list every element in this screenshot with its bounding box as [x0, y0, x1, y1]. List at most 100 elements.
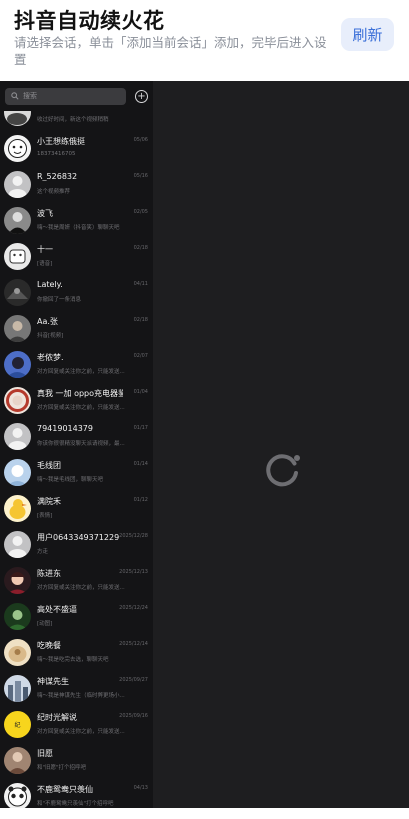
message-preview: 嗨～我是神谋先生（临时弊更场小... — [37, 693, 125, 699]
conversation-item[interactable]: 满院禾 01/12 [表情] — [0, 491, 153, 527]
conversation-item[interactable]: 不鹿鸳鸯只羡仙 04/13 和"不鹿鸳鸯只羡仙"打个招呼吧 — [0, 779, 153, 808]
conversation-name: 毛线团 — [37, 461, 61, 470]
conversation-item[interactable]: 高处不盛逼 2025/12/24 [动图] — [0, 599, 153, 635]
conversation-item[interactable]: 十一 02/18 [语音] — [0, 239, 153, 275]
conversation-item[interactable]: 纪 纪时光解说 2025/09/16 对方回复或关注你之前，只能发送... — [0, 707, 153, 743]
conversation-name: 十一 — [37, 245, 53, 254]
avatar — [4, 675, 31, 702]
avatar — [4, 495, 31, 522]
list-item[interactable]: 收过好时间，新这个视频稍稍 — [0, 111, 153, 131]
message-preview: 嗨～我是周妍（抖音笑）聊聊天吧 — [37, 225, 120, 231]
conversation-time: 01/17 — [133, 425, 148, 431]
message-preview: 对方回复或关注你之前，只能发送... — [37, 585, 125, 591]
message-preview: [表情] — [37, 513, 53, 519]
message-preview: 和"旧愿"打个招呼吧 — [37, 765, 87, 771]
conversation-item[interactable]: 老侬梦. 02/07 对方回复或关注你之前，只能发送... — [0, 347, 153, 383]
conversation-name: 满院禾 — [37, 497, 61, 506]
page-title: 抖音自动续火花 — [14, 9, 165, 33]
conversation-item[interactable]: Aa.张 02/18 抖音[视频] — [0, 311, 153, 347]
avatar — [4, 423, 31, 450]
message-preview: 嗨～我是毛线团，聊聊天吧 — [37, 477, 104, 483]
conversation-item[interactable]: 波飞 02/05 嗨～我是周妍（抖音笑）聊聊天吧 — [0, 203, 153, 239]
avatar — [4, 567, 31, 594]
conversation-time: 04/13 — [133, 785, 148, 791]
conversation-time: 02/05 — [133, 209, 148, 215]
avatar — [4, 783, 31, 808]
search-placeholder: 搜索 — [23, 92, 37, 100]
conversation-name: 真我 一加 oppo充电器鉴... — [37, 389, 123, 398]
bottom-bar — [0, 808, 409, 819]
conversation-item[interactable]: 毛线团 01/14 嗨～我是毛线团，聊聊天吧 — [0, 455, 153, 491]
avatar — [4, 243, 31, 270]
message-preview: 方走 — [37, 549, 49, 555]
conversation-name: 79419014379 — [37, 424, 93, 433]
message-preview: 这个视频推荐 — [37, 189, 71, 195]
conversation-item[interactable]: 真我 一加 oppo充电器鉴... 01/04 对方回复或关注你之前，只能发送... — [0, 383, 153, 419]
conversation-name: R_526832 — [37, 172, 78, 181]
conversation-time: 01/12 — [133, 497, 148, 503]
conversation-item[interactable]: 用户0643349371229 2025/12/28 方走 — [0, 527, 153, 563]
conversation-name: 纪时光解说 — [37, 713, 77, 722]
svg-text:纪: 纪 — [14, 721, 20, 729]
conversation-name: 陈进东 — [37, 569, 61, 578]
avatar — [4, 171, 31, 198]
conversation-name: 用户0643349371229 — [37, 533, 120, 542]
avatar — [4, 279, 31, 306]
conversation-time: 2025/12/24 — [119, 605, 148, 611]
conversation-item[interactable]: 吃晚餐 2025/12/14 嗨～我是吃完去选，聊聊天吧 — [0, 635, 153, 671]
conversation-name: Lately. — [37, 280, 63, 289]
conversation-item[interactable]: 小王想练俄挺 05/06 18373416705 — [0, 131, 153, 167]
conversation-name: 吃晚餐 — [37, 641, 61, 650]
conversation-item[interactable]: 79419014379 01/17 你该你很很精没聊天派请视频，最... — [0, 419, 153, 455]
search-icon — [11, 92, 19, 100]
conversation-name: 波飞 — [37, 209, 53, 218]
app-window: 搜索 + 收过好时间，新这个视频稍稍 小王想练俄挺 05/06 1837341670… — [0, 81, 409, 808]
conversation-name: 老侬梦. — [37, 353, 64, 362]
message-preview: 和"不鹿鸳鸯只羡仙"打个招呼吧 — [37, 801, 114, 807]
message-preview: 对方回复或关注你之前，只能发送... — [37, 405, 125, 411]
search-input[interactable]: 搜索 — [5, 88, 126, 105]
conversation-time: 02/18 — [133, 317, 148, 323]
refresh-button[interactable]: 刷新 — [341, 18, 394, 51]
conversation-item[interactable]: 旧愿 和"旧愿"打个招呼吧 — [0, 743, 153, 779]
plus-circle-icon[interactable]: + — [135, 90, 148, 103]
conversation-time: 01/14 — [133, 461, 148, 467]
message-preview: 对方回复或关注你之前，只能发送... — [37, 369, 125, 375]
message-preview: 抖音[视频] — [37, 333, 64, 339]
loading-spinner-icon — [266, 454, 300, 487]
conversation-name: Aa.张 — [37, 317, 58, 326]
avatar — [4, 603, 31, 630]
conversation-item[interactable]: R_526832 05/16 这个视频推荐 — [0, 167, 153, 203]
avatar — [4, 111, 31, 126]
conversation-time: 01/04 — [133, 389, 148, 395]
conversation-time: 02/07 — [133, 353, 148, 359]
conversation-name: 不鹿鸳鸯只羡仙 — [37, 785, 93, 794]
conversation-name: 高处不盛逼 — [37, 605, 77, 614]
avatar — [4, 207, 31, 234]
conversation-time: 2025/12/13 — [119, 569, 148, 575]
conversation-time: 02/18 — [133, 245, 148, 251]
avatar — [4, 639, 31, 666]
conversation-time: 2025/12/14 — [119, 641, 148, 647]
conversation-name: 小王想练俄挺 — [37, 137, 85, 146]
chat-area — [153, 81, 409, 808]
conversation-time: 2025/12/28 — [119, 533, 148, 539]
message-preview: [动图] — [37, 621, 53, 627]
conversation-sidebar: 搜索 + 收过好时间，新这个视频稍稍 小王想练俄挺 05/06 1837341670… — [0, 81, 153, 808]
message-preview: 对方回复或关注你之前，只能发送... — [37, 729, 125, 735]
message-preview: [语音] — [37, 261, 53, 267]
avatar — [4, 747, 31, 774]
conversation-item[interactable]: 陈进东 2025/12/13 对方回复或关注你之前，只能发送... — [0, 563, 153, 599]
avatar — [4, 315, 31, 342]
conversation-item[interactable]: Lately. 04/11 你撤回了一条消息 — [0, 275, 153, 311]
conversation-item[interactable]: 神谋先生 2025/09/27 嗨～我是神谋先生（临时弊更场小... — [0, 671, 153, 707]
conversation-time: 2025/09/16 — [119, 713, 148, 719]
conversation-time: 04/11 — [133, 281, 148, 287]
conversation-list: 收过好时间，新这个视频稍稍 小王想练俄挺 05/06 18373416705 R_52… — [0, 111, 153, 808]
avatar: 纪 — [4, 711, 31, 738]
conversation-time: 2025/09/27 — [119, 677, 148, 683]
message-preview: 你该你很很精没聊天派请视频，最... — [37, 441, 125, 447]
avatar — [4, 387, 31, 414]
conversation-time: 05/06 — [133, 137, 148, 143]
header: 抖音自动续火花 请选择会话，单击「添加当前会话」添加，完毕后进入设置 刷新 — [0, 0, 409, 80]
